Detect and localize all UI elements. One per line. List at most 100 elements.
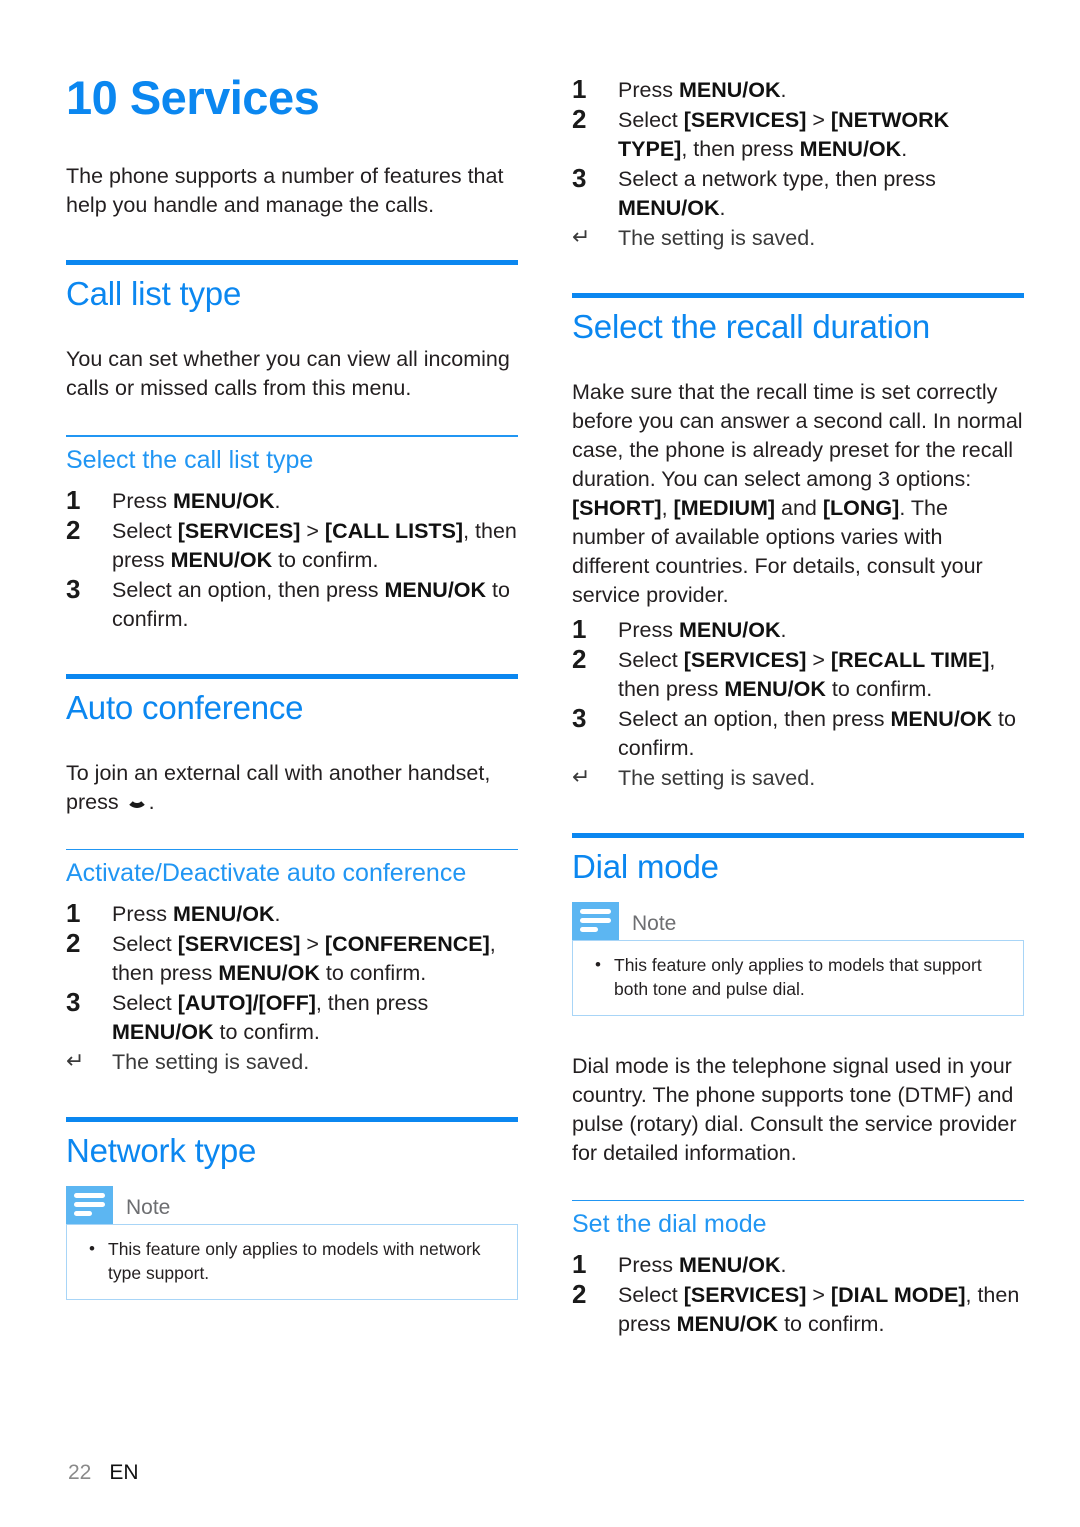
subsection-rule (66, 848, 518, 851)
section-title-dial-mode: Dial mode (572, 847, 719, 885)
step-text: Select [SERVICES] > [CONFERENCE], then p… (112, 931, 496, 985)
result-arrow-icon: ↵ (572, 224, 591, 249)
section-body-auto-conference: To join an external call with another ha… (66, 759, 518, 817)
step-text: Select an option, then press MENU/OK to … (112, 577, 510, 631)
step-number: 3 (572, 163, 587, 193)
step-text: Press MENU/OK. (618, 78, 787, 102)
step-result: ↵ The setting is saved. (572, 764, 1024, 793)
result-text: The setting is saved. (618, 226, 816, 250)
step-number: 2 (572, 1279, 587, 1310)
note-header: Note (572, 901, 1024, 940)
conference-key-icon (125, 797, 148, 810)
step-number: 2 (66, 514, 81, 545)
steps-select-call-list-type: 1 Press MENU/OK. 2 Select [SERVICES] > [… (66, 484, 518, 634)
subsection-set-the-dial-mode: Set the dial mode 1 Press MENU/OK. 2 Sel… (572, 1199, 1024, 1339)
section-dial-mode: Dial mode Note • This feature only appli… (572, 832, 1024, 1339)
subsection-select-call-list-type: Select the call list type 1 Press MENU/O… (66, 435, 518, 633)
bullet-icon: • (595, 954, 601, 974)
auto-conference-body-suffix: . (148, 789, 155, 814)
step-item: 3 Select an option, then press MENU/OK t… (66, 573, 518, 634)
left-column: 10 Services The phone supports a number … (66, 60, 518, 1300)
step-text: Select [SERVICES] > [NETWORK TYPE], then… (618, 108, 950, 161)
section-rule (572, 293, 1024, 298)
section-network-type: Network type Note • This feature only ap… (66, 1116, 518, 1300)
step-text: Select [SERVICES] > [DIAL MODE], then pr… (618, 1283, 1020, 1337)
section-title-select-recall-duration: Select the recall duration (572, 308, 931, 345)
note-icon-bar (74, 1211, 92, 1217)
section-rule (572, 832, 1024, 838)
step-number: 1 (572, 613, 587, 644)
step-number: 1 (572, 74, 587, 104)
note-header: Note (66, 1185, 518, 1224)
section-rule (66, 1116, 518, 1122)
note-icon-bar (74, 1193, 105, 1199)
steps-select-recall-duration: 1 Press MENU/OK. 2 Select [SERVICES] > [… (572, 613, 1024, 763)
step-item: 3 Select [AUTO]/[OFF], then press MENU/O… (66, 987, 518, 1047)
steps-activate-deactivate-auto-conference: 1 Press MENU/OK. 2 Select [SERVICES] > [… (66, 897, 518, 1047)
step-number: 2 (66, 927, 81, 958)
step-text: Select a network type, then press MENU/O… (618, 167, 936, 220)
result-text: The setting is saved. (112, 1049, 310, 1074)
section-rule (66, 673, 518, 679)
note-bullet-item: • This feature only applies to models wi… (83, 1237, 501, 1285)
step-item: 2 Select [SERVICES] > [CONFERENCE], then… (66, 927, 518, 988)
step-text: Press MENU/OK. (618, 1253, 787, 1278)
step-item: 1 Press MENU/OK. (572, 613, 1024, 645)
subsection-title-select-call-list-type: Select the call list type (66, 445, 314, 474)
subsection-rule (572, 1199, 1024, 1202)
step-item: 1 Press MENU/OK. (66, 897, 518, 929)
note-icon-bar (580, 927, 598, 933)
step-item: 3 Select an option, then press MENU/OK t… (572, 703, 1024, 763)
step-text: Select [SERVICES] > [RECALL TIME], then … (618, 647, 996, 701)
note-text: This feature only applies to models that… (614, 954, 982, 999)
step-result: ↵ The setting is saved. (66, 1048, 518, 1077)
step-text: Select [AUTO]/[OFF], then press MENU/OK … (112, 990, 429, 1044)
section-body-select-recall-duration: Make sure that the recall time is set co… (572, 379, 1023, 607)
step-item: 3 Select a network type, then press MENU… (572, 163, 1024, 223)
chapter-intro-paragraph: The phone supports a number of features … (66, 164, 504, 218)
subsection-activate-deactivate-auto-conference: Activate/Deactivate auto conference 1 Pr… (66, 848, 518, 1077)
step-text: Select [SERVICES] > [CALL LISTS], then p… (112, 518, 517, 572)
step-result: ↵ The setting is saved. (572, 224, 1024, 253)
step-number: 1 (66, 897, 81, 928)
step-number: 1 (572, 1249, 587, 1280)
note-box-dial-mode: Note • This feature only applies to mode… (572, 901, 1024, 1016)
steps-network-type: 1 Press MENU/OK. 2 Select [SERVICES] > [… (572, 74, 1024, 223)
note-icon (66, 1185, 113, 1224)
section-rule (66, 260, 518, 266)
step-text: Press MENU/OK. (618, 617, 787, 642)
step-number: 3 (66, 573, 81, 604)
note-box-network-type: Note • This feature only applies to mode… (66, 1185, 518, 1300)
page-number: 22 (68, 1461, 92, 1484)
right-column: 1 Press MENU/OK. 2 Select [SERVICES] > [… (572, 60, 1024, 1340)
step-text: Press MENU/OK. (112, 488, 281, 513)
section-title-auto-conference: Auto conference (66, 688, 304, 726)
subsection-title-activate-deactivate-auto-conference: Activate/Deactivate auto conference (66, 859, 467, 888)
step-item: 1 Press MENU/OK. (572, 74, 1024, 105)
note-bullet-item: • This feature only applies to models th… (589, 953, 1007, 1001)
section-title-call-list-type: Call list type (66, 275, 242, 313)
result-arrow-icon: ↵ (572, 763, 591, 789)
note-text: This feature only applies to models with… (108, 1238, 481, 1283)
step-item: 2 Select [SERVICES] > [CALL LISTS], then… (66, 514, 518, 575)
manual-page: 10 Services The phone supports a number … (0, 0, 1080, 1527)
note-body: • This feature only applies to models th… (572, 939, 1024, 1016)
step-item: 1 Press MENU/OK. (572, 1249, 1024, 1280)
step-item: 1 Press MENU/OK. (66, 484, 518, 516)
subsection-rule (66, 435, 518, 437)
step-number: 1 (66, 484, 81, 515)
result-text: The setting is saved. (618, 765, 816, 790)
note-icon-bar (74, 1202, 105, 1208)
step-number: 2 (572, 104, 587, 134)
note-label: Note (126, 1195, 171, 1219)
section-call-list-type: Call list type You can set whether you c… (66, 260, 518, 633)
step-item: 2 Select [SERVICES] > [NETWORK TYPE], th… (572, 104, 1024, 164)
page-language: EN (109, 1461, 139, 1484)
step-text: Press MENU/OK. (112, 901, 281, 926)
subsection-title-set-the-dial-mode: Set the dial mode (572, 1210, 767, 1239)
step-number: 2 (572, 643, 587, 674)
section-auto-conference: Auto conference To join an external call… (66, 673, 518, 1077)
chapter-title: 10 Services (66, 71, 320, 124)
note-icon-bar (580, 909, 611, 915)
result-arrow-icon: ↵ (66, 1047, 85, 1073)
